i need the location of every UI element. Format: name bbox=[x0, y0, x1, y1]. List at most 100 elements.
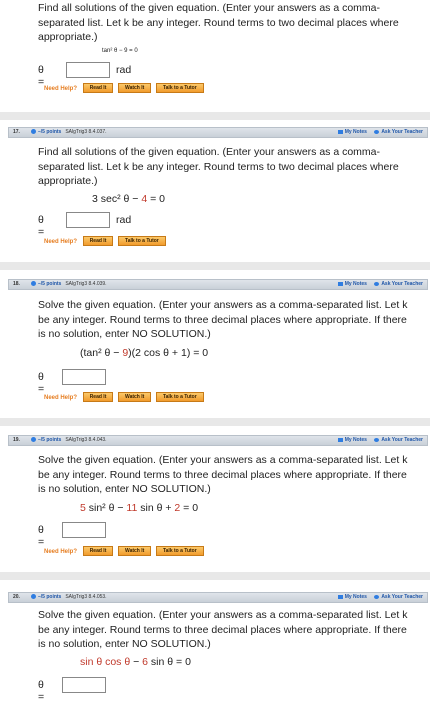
points-label: –/5 points SAlgTrig3 8.4.053. bbox=[31, 593, 107, 602]
question-code: SAlgTrig3 8.4.043. bbox=[65, 437, 107, 443]
equation-rest: )(2 cos θ + 1) = 0 bbox=[128, 347, 209, 359]
need-help-label: Need Help? bbox=[44, 548, 78, 555]
equation-value: 11 bbox=[126, 502, 138, 514]
equation-term: sin θ + bbox=[137, 502, 175, 514]
need-help-label: Need Help? bbox=[44, 238, 78, 245]
points-text: –/5 points bbox=[38, 437, 62, 443]
ask-teacher-icon bbox=[374, 281, 380, 286]
notes-icon bbox=[337, 281, 343, 286]
header-links: My Notes Ask Your Teacher bbox=[332, 436, 423, 445]
points-icon bbox=[31, 129, 36, 135]
need-help-label: Need Help? bbox=[44, 394, 78, 401]
watch-it-button[interactable]: Watch It bbox=[118, 83, 152, 93]
question-prompt: Solve the given equation. (Enter your an… bbox=[38, 454, 408, 496]
need-help-label: Need Help? bbox=[44, 85, 78, 92]
watch-it-button[interactable]: Watch It bbox=[118, 546, 152, 556]
my-notes-link[interactable]: My Notes bbox=[337, 436, 367, 445]
read-it-button[interactable]: Read It bbox=[82, 392, 114, 402]
points-text: –/5 points bbox=[38, 129, 62, 135]
equation: 3 sec² θ − 4 = 0 bbox=[92, 193, 165, 205]
separator bbox=[0, 112, 430, 120]
question-code: SAlgTrig3 8.4.053. bbox=[65, 594, 107, 600]
theta-label: θ = bbox=[38, 679, 45, 703]
notes-icon bbox=[337, 437, 343, 442]
read-it-button[interactable]: Read It bbox=[82, 83, 114, 93]
equation: 5 sin² θ − 11 sin θ + 2 = 0 bbox=[80, 502, 198, 514]
question-number: 20. bbox=[13, 594, 20, 600]
question-code: SAlgTrig3 8.4.037. bbox=[65, 129, 107, 135]
points-text: –/5 points bbox=[38, 281, 62, 287]
equation: sin θ cos θ − 6 sin θ = 0 bbox=[80, 656, 191, 668]
answer-input[interactable] bbox=[62, 369, 106, 385]
ask-teacher-link[interactable]: Ask Your Teacher bbox=[374, 436, 423, 445]
equation-term: 3 sec² θ bbox=[92, 193, 130, 205]
talk-to-tutor-button[interactable]: Talk to a Tutor bbox=[155, 546, 204, 556]
separator bbox=[0, 418, 430, 426]
answer-input[interactable] bbox=[62, 522, 106, 538]
separator bbox=[0, 262, 430, 270]
question-prompt: Find all solutions of the given equation… bbox=[38, 2, 399, 44]
theta-label: θ = bbox=[38, 524, 45, 548]
header-links: My Notes Ask Your Teacher bbox=[332, 128, 423, 137]
read-it-button[interactable]: Read It bbox=[82, 546, 114, 556]
question-header: 17. –/5 points SAlgTrig3 8.4.037. My Note… bbox=[8, 127, 428, 138]
equation-op: − bbox=[129, 193, 142, 205]
need-help-bar: Need Help? Read It Watch It Talk to a Tu… bbox=[44, 546, 207, 556]
my-notes-link[interactable]: My Notes bbox=[337, 280, 367, 289]
answer-input[interactable] bbox=[62, 677, 106, 693]
points-text: –/5 points bbox=[38, 594, 62, 600]
equation-term: sin θ cos θ bbox=[80, 656, 131, 668]
question-header: 19. –/5 points SAlgTrig3 8.4.043. My Note… bbox=[8, 435, 428, 446]
question-header: 18. –/5 points SAlgTrig3 8.4.039. My Note… bbox=[8, 279, 428, 290]
ask-teacher-icon bbox=[374, 594, 380, 599]
need-help-bar: Need Help? Read It Watch It Talk to a Tu… bbox=[44, 392, 207, 402]
answer-input[interactable] bbox=[66, 62, 110, 78]
ask-teacher-link[interactable]: Ask Your Teacher bbox=[374, 280, 423, 289]
notes-icon bbox=[337, 594, 343, 599]
question-number: 17. bbox=[13, 129, 20, 135]
unit-label: rad bbox=[116, 214, 132, 226]
talk-to-tutor-button[interactable]: Talk to a Tutor bbox=[118, 236, 166, 246]
points-label: –/5 points SAlgTrig3 8.4.043. bbox=[31, 436, 107, 445]
ask-teacher-link[interactable]: Ask Your Teacher bbox=[374, 593, 423, 602]
equation-term: (tan² θ − bbox=[80, 347, 123, 359]
separator bbox=[0, 572, 430, 580]
ask-teacher-icon bbox=[374, 129, 380, 134]
equation-op: − bbox=[130, 656, 143, 668]
ask-teacher-icon bbox=[374, 437, 380, 442]
theta-label: θ = bbox=[38, 214, 45, 238]
answer-input[interactable] bbox=[66, 212, 110, 228]
points-icon bbox=[31, 594, 36, 600]
equation-rest: sin θ = 0 bbox=[148, 656, 191, 668]
equation-term: sin² θ − bbox=[85, 502, 127, 514]
watch-it-button[interactable]: Watch It bbox=[118, 392, 152, 402]
equation: tan² θ − 9 = 0 bbox=[102, 48, 138, 54]
equation-rhs: = 0 bbox=[180, 502, 199, 514]
equation-text: tan² θ − 9 = 0 bbox=[102, 48, 138, 54]
talk-to-tutor-button[interactable]: Talk to a Tutor bbox=[155, 392, 204, 402]
question-number: 19. bbox=[13, 437, 20, 443]
question-code: SAlgTrig3 8.4.039. bbox=[65, 281, 107, 287]
question-header: 20. –/5 points SAlgTrig3 8.4.053. My Note… bbox=[8, 592, 428, 603]
points-icon bbox=[31, 281, 36, 287]
equation: (tan² θ − 9)(2 cos θ + 1) = 0 bbox=[80, 347, 208, 359]
question-prompt: Find all solutions of the given equation… bbox=[38, 146, 399, 188]
read-it-button[interactable]: Read It bbox=[82, 236, 114, 246]
talk-to-tutor-button[interactable]: Talk to a Tutor bbox=[155, 83, 204, 93]
equation-rhs: = 0 bbox=[147, 193, 165, 205]
question-prompt: Solve the given equation. (Enter your an… bbox=[38, 609, 408, 651]
points-label: –/5 points SAlgTrig3 8.4.037. bbox=[31, 128, 107, 137]
question-number: 18. bbox=[13, 281, 20, 287]
unit-label: rad bbox=[116, 64, 132, 76]
ask-teacher-link[interactable]: Ask Your Teacher bbox=[374, 128, 423, 137]
my-notes-link[interactable]: My Notes bbox=[337, 593, 367, 602]
notes-icon bbox=[337, 129, 343, 134]
need-help-bar: Need Help? Read It Watch It Talk to a Tu… bbox=[44, 83, 207, 93]
my-notes-link[interactable]: My Notes bbox=[337, 128, 367, 137]
question-prompt: Solve the given equation. (Enter your an… bbox=[38, 299, 408, 341]
header-links: My Notes Ask Your Teacher bbox=[332, 280, 423, 289]
points-label: –/5 points SAlgTrig3 8.4.039. bbox=[31, 280, 107, 289]
need-help-bar: Need Help? Read It Talk to a Tutor bbox=[44, 236, 169, 246]
header-links: My Notes Ask Your Teacher bbox=[332, 593, 423, 602]
points-icon bbox=[31, 437, 36, 443]
